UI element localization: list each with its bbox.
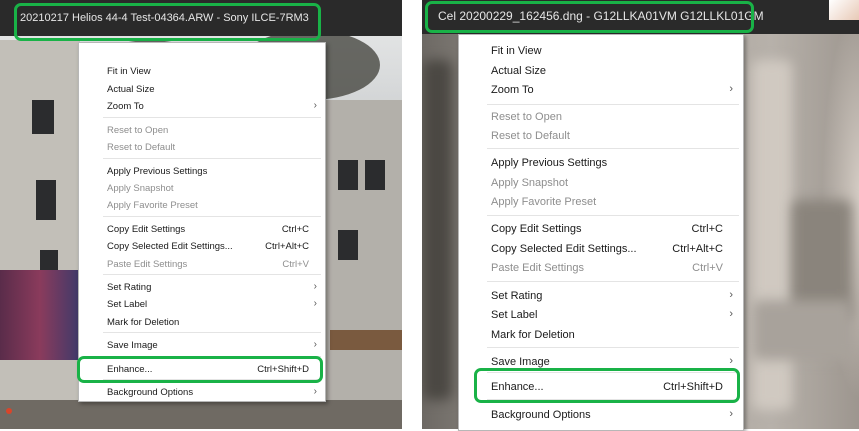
menu-item-label: Apply Previous Settings — [491, 157, 608, 169]
menu-separator — [103, 274, 321, 275]
left-menu-item-copy-selected-edit-settings[interactable]: Copy Selected Edit Settings... Ctrl+Alt+C — [79, 239, 325, 255]
right-menu-item-set-label[interactable]: Set Label › — [459, 306, 743, 326]
menu-item-label: Fit in View — [491, 45, 542, 57]
left-menu-item-apply-snapshot: Apply Snapshot — [79, 181, 325, 197]
menu-item-label: Reset to Open — [491, 111, 562, 123]
menu-item-label: Zoom To — [491, 84, 534, 96]
menu-item-label: Copy Edit Settings — [491, 223, 582, 235]
menu-item-label: Save Image — [491, 356, 550, 368]
menu-item-label: Apply Favorite Preset — [491, 196, 597, 208]
right-menu-item-paste-edit-settings: Paste Edit Settings Ctrl+V — [459, 259, 743, 279]
menu-separator — [103, 332, 321, 333]
menu-item-shortcut: Ctrl+V — [282, 259, 309, 270]
right-menu-item-copy-selected-edit-settings[interactable]: Copy Selected Edit Settings... Ctrl+Alt+C — [459, 240, 743, 260]
menu-separator — [487, 347, 739, 348]
left-menu-item-set-label[interactable]: Set Label › — [79, 297, 325, 313]
menu-item-label: Reset to Default — [491, 130, 570, 142]
menu-item-shortcut: Ctrl+Alt+C — [672, 243, 723, 255]
right-menu-item-apply-snapshot: Apply Snapshot — [459, 174, 743, 194]
right-menu-item-reset-to-default: Reset to Default — [459, 127, 743, 147]
submenu-arrow-icon: › — [313, 100, 317, 111]
right-menu-item-apply-previous-settings[interactable]: Apply Previous Settings — [459, 154, 743, 174]
left-menu-item-apply-previous-settings[interactable]: Apply Previous Settings — [79, 164, 325, 180]
menu-item-label: Set Rating — [491, 290, 543, 302]
left-menu-item-background-options[interactable]: Background Options › — [79, 385, 325, 401]
left-context-menu: Fit in View Actual Size Zoom To › Reset to O… — [78, 42, 326, 402]
submenu-arrow-icon: › — [313, 339, 317, 350]
submenu-arrow-icon: › — [313, 386, 317, 397]
menu-item-label: Reset to Default — [107, 142, 176, 153]
menu-item-shortcut: Ctrl+C — [281, 224, 309, 235]
left-menu-item-mark-for-deletion[interactable]: Mark for Deletion — [79, 315, 325, 331]
left-menu-item-apply-favorite-preset: Apply Favorite Preset — [79, 198, 325, 214]
right-menu-item-background-options[interactable]: Background Options › — [459, 406, 743, 426]
submenu-arrow-icon: › — [729, 355, 733, 367]
corner-photo-fragment — [829, 0, 859, 20]
menu-item-label: Zoom To — [107, 101, 144, 112]
right-menu-item-apply-favorite-preset: Apply Favorite Preset — [459, 193, 743, 213]
menu-separator — [103, 216, 321, 217]
menu-separator — [103, 158, 321, 159]
right-title-highlight — [425, 1, 754, 33]
menu-item-label: Set Label — [107, 299, 148, 310]
menu-separator — [487, 215, 739, 216]
menu-item-label: Apply Previous Settings — [107, 166, 208, 177]
submenu-arrow-icon: › — [313, 298, 317, 309]
left-menu-item-reset-to-default: Reset to Default — [79, 140, 325, 156]
right-menu-item-actual-size[interactable]: Actual Size — [459, 62, 743, 82]
menu-item-shortcut: Ctrl+Alt+C — [265, 241, 309, 252]
menu-item-label: Reset to Open — [107, 125, 169, 136]
left-menu-item-copy-edit-settings[interactable]: Copy Edit Settings Ctrl+C — [79, 222, 325, 238]
right-menu-item-copy-edit-settings[interactable]: Copy Edit Settings Ctrl+C — [459, 220, 743, 240]
left-title-highlight — [14, 3, 321, 41]
menu-item-label: Mark for Deletion — [491, 329, 575, 341]
submenu-arrow-icon: › — [729, 408, 733, 420]
left-menu-item-reset-to-open: Reset to Open — [79, 123, 325, 139]
left-menu-item-paste-edit-settings: Paste Edit Settings Ctrl+V — [79, 257, 325, 273]
left-screenshot-panel: 20210217 Helios 44-4 Test-04364.ARW - So… — [0, 0, 402, 429]
menu-item-label: Apply Snapshot — [491, 177, 569, 189]
menu-item-label: Paste Edit Settings — [491, 262, 584, 274]
menu-item-label: Set Label — [491, 309, 538, 321]
submenu-arrow-icon: › — [313, 281, 317, 292]
left-menu-item-actual-size[interactable]: Actual Size — [79, 82, 325, 98]
menu-item-label: Mark for Deletion — [107, 317, 180, 328]
menu-item-label: Apply Favorite Preset — [107, 200, 198, 211]
right-menu-item-mark-for-deletion[interactable]: Mark for Deletion — [459, 326, 743, 346]
menu-item-shortcut: Ctrl+C — [691, 223, 723, 235]
left-enhance-highlight — [77, 356, 323, 383]
menu-item-label: Paste Edit Settings — [107, 259, 188, 270]
right-menu-item-zoom-to[interactable]: Zoom To › — [459, 81, 743, 101]
submenu-arrow-icon: › — [729, 289, 733, 301]
right-menu-item-reset-to-open: Reset to Open — [459, 108, 743, 128]
menu-separator — [487, 104, 739, 105]
menu-item-label: Background Options — [107, 387, 194, 398]
submenu-arrow-icon: › — [729, 83, 733, 95]
left-menu-item-set-rating[interactable]: Set Rating › — [79, 280, 325, 296]
menu-item-label: Actual Size — [107, 84, 155, 95]
submenu-arrow-icon: › — [729, 308, 733, 320]
menu-item-label: Save Image — [107, 340, 158, 351]
right-menu-item-fit-in-view[interactable]: Fit in View — [459, 42, 743, 62]
menu-item-label: Fit in View — [107, 66, 151, 77]
menu-item-label: Copy Selected Edit Settings... — [107, 241, 233, 252]
menu-item-label: Apply Snapshot — [107, 183, 174, 194]
menu-separator — [487, 281, 739, 282]
menu-item-label: Set Rating — [107, 282, 152, 293]
left-menu-item-zoom-to[interactable]: Zoom To › — [79, 99, 325, 115]
menu-item-label: Copy Selected Edit Settings... — [491, 243, 637, 255]
menu-separator — [487, 148, 739, 149]
menu-item-label: Actual Size — [491, 65, 547, 77]
menu-item-label: Copy Edit Settings — [107, 224, 186, 235]
menu-separator — [103, 117, 321, 118]
left-menu-item-fit-in-view[interactable]: Fit in View — [79, 64, 325, 80]
left-menu-item-save-image[interactable]: Save Image › — [79, 338, 325, 354]
right-menu-item-set-rating[interactable]: Set Rating › — [459, 287, 743, 307]
menu-item-shortcut: Ctrl+V — [692, 262, 723, 274]
menu-item-label: Background Options — [491, 409, 591, 421]
right-enhance-highlight — [474, 368, 740, 403]
